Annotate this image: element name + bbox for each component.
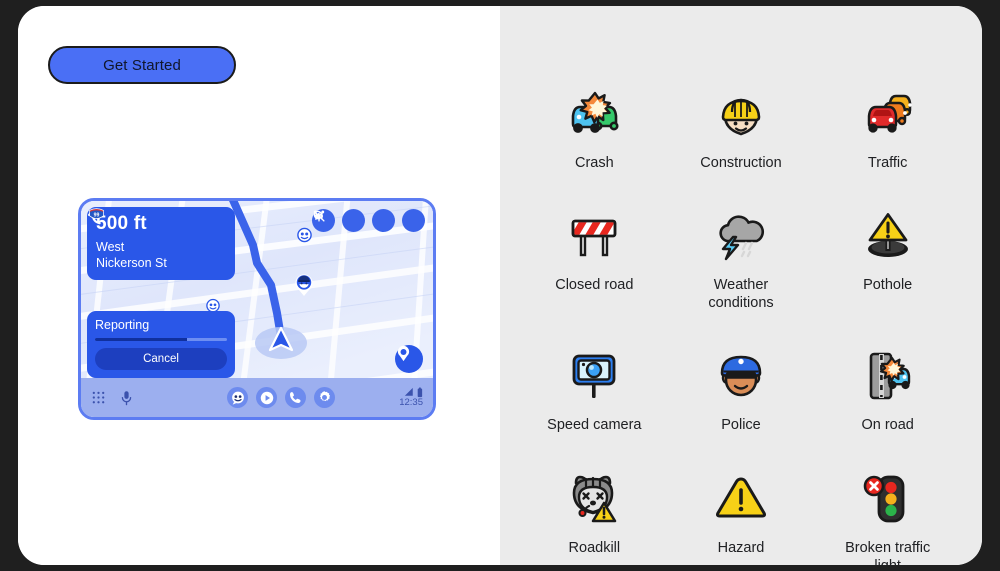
road-barrier-icon — [562, 204, 626, 268]
report-type-label: On road — [861, 417, 914, 434]
report-type-label: Hazard — [717, 539, 765, 556]
taskbar-app-buttons — [191, 387, 371, 408]
report-type-label: Roadkill — [568, 539, 621, 556]
settings-gear-icon — [319, 391, 331, 402]
report-type-grid: Crash Construction Traffic Closed road W… — [524, 82, 958, 565]
report-type-label: Weather conditions — [708, 277, 774, 312]
report-type-roadkill[interactable]: Roadkill — [524, 467, 665, 566]
taskbar-status: 12:35 — [371, 387, 423, 408]
reporting-progress-bar — [95, 338, 227, 341]
recenter-location-icon — [397, 345, 410, 362]
on-road-crash-icon — [856, 344, 920, 408]
taskbar-clock: 12:35 — [399, 396, 423, 408]
cancel-button[interactable]: Cancel — [95, 348, 227, 370]
get-started-button[interactable]: Get Started — [48, 46, 236, 84]
close-icon — [315, 212, 323, 220]
report-type-label: Closed road — [555, 277, 634, 294]
report-type-label: Police — [721, 417, 761, 434]
report-type-label: Speed camera — [547, 417, 642, 434]
speed-camera-icon — [562, 344, 626, 408]
report-type-speed-camera[interactable]: Speed camera — [524, 344, 665, 434]
car-taskbar: 12:35 — [81, 378, 433, 417]
report-type-crash[interactable]: Crash — [524, 82, 665, 172]
report-type-pothole[interactable]: Pothole — [817, 204, 958, 312]
report-type-label: Construction — [700, 155, 782, 171]
storm-cloud-icon — [709, 204, 773, 268]
recenter-button[interactable] — [395, 345, 423, 373]
nav-street-row: 99 West — [89, 208, 226, 255]
taskbar-left — [91, 390, 191, 406]
report-type-traffic[interactable]: Traffic — [817, 82, 958, 172]
report-type-label: Pothole — [863, 277, 913, 294]
media-play-button[interactable] — [256, 387, 277, 408]
report-type-on-road[interactable]: On road — [817, 344, 958, 434]
interstate-shield-icon: 99 — [89, 208, 104, 219]
nav-street-line1: West — [96, 240, 125, 254]
screenshot-root: Get Started 500 ft 99 West Nickerson St … — [0, 0, 1000, 571]
reporting-card: Reporting Cancel — [87, 311, 235, 378]
report-type-police[interactable]: Police — [671, 344, 812, 434]
navigation-instruction-card: 500 ft 99 West Nickerson St — [87, 207, 235, 280]
waze-app-button[interactable] — [227, 387, 248, 408]
report-type-closed-road[interactable]: Closed road — [524, 204, 665, 312]
nav-top-row: 500 ft — [87, 209, 226, 233]
pothole-icon — [856, 204, 920, 268]
report-type-broken-traffic-light[interactable]: Broken trafficlight — [817, 467, 958, 566]
map-controls — [312, 209, 425, 232]
right-pane: Crash Construction Traffic Closed road W… — [500, 6, 982, 565]
apps-grid-icon[interactable] — [91, 390, 106, 405]
crash-icon — [562, 82, 626, 146]
reporting-title: Reporting — [95, 318, 150, 332]
left-pane: Get Started 500 ft 99 West Nickerson St … — [18, 6, 500, 565]
volume-button[interactable] — [314, 209, 395, 232]
report-type-hazard[interactable]: Hazard — [671, 467, 812, 566]
reporting-progress-fill — [95, 338, 188, 341]
signal-bars-icon — [404, 388, 413, 397]
media-play-icon — [260, 391, 273, 404]
roadkill-icon — [562, 467, 626, 531]
report-type-label: Traffic — [867, 155, 908, 171]
report-type-label: Crash — [574, 155, 614, 171]
map-canvas[interactable]: 500 ft 99 West Nickerson St Reporting Ca… — [81, 201, 433, 381]
settings-button[interactable] — [314, 387, 335, 408]
svg-text:99: 99 — [94, 212, 100, 218]
traffic-jam-icon — [856, 82, 920, 146]
hazard-warning-icon — [709, 467, 773, 531]
broken-traffic-light-icon — [856, 467, 920, 531]
police-officer-icon — [709, 344, 773, 408]
report-type-construction[interactable]: Construction — [671, 82, 812, 172]
close-button[interactable] — [315, 209, 425, 232]
waze-app-icon — [231, 391, 244, 405]
construction-helmet-icon — [709, 82, 773, 146]
route-alternatives-button[interactable] — [313, 209, 365, 232]
nav-street-line2: Nickerson St — [96, 255, 167, 270]
report-type-weather[interactable]: Weather conditions — [671, 204, 812, 312]
phone-button[interactable] — [285, 387, 306, 408]
report-type-label: Broken trafficlight — [845, 539, 931, 566]
car-display-mockup: 500 ft 99 West Nickerson St Reporting Ca… — [78, 198, 436, 420]
app-content: Get Started 500 ft 99 West Nickerson St … — [18, 6, 982, 565]
microphone-icon[interactable] — [120, 390, 133, 406]
phone-icon — [290, 392, 301, 403]
